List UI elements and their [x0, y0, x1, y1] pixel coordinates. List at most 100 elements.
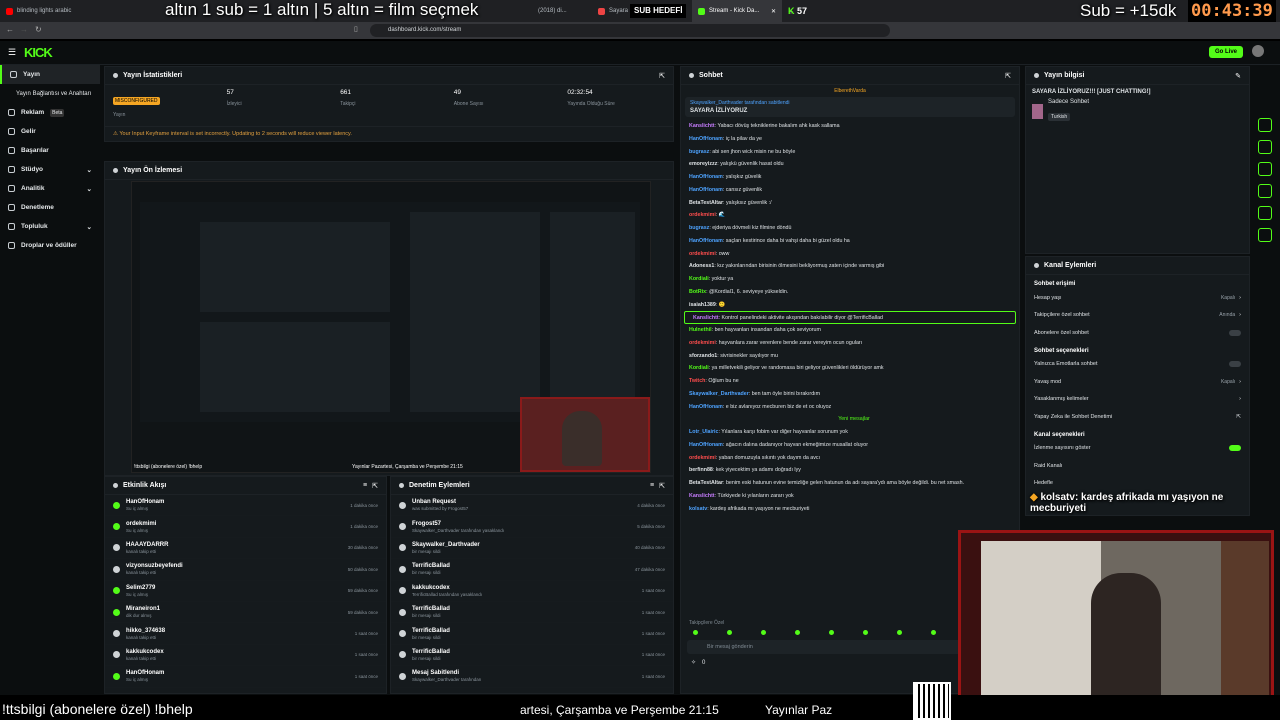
sidebar-item-reklam[interactable]: Reklam Beta	[0, 103, 100, 122]
chat-username[interactable]: Hulnethil	[689, 327, 712, 333]
setting-raid-channel[interactable]: Raid Kanalı	[1026, 457, 1249, 475]
forward-icon[interactable]: →	[20, 25, 28, 34]
chat-message: ordekmimi: oww	[681, 248, 1019, 261]
chat-username[interactable]: kolsatv	[689, 506, 707, 512]
browser-tab[interactable]: (2018) di...	[532, 0, 592, 22]
chat-username[interactable]: berfinn88	[689, 467, 713, 473]
sidebar-item-topluluk[interactable]: Topluluk ⌄	[0, 217, 100, 236]
item-sub: kanalı takip etti	[126, 634, 157, 640]
emote-icon[interactable]	[897, 630, 902, 635]
sidebar-item-denetleme[interactable]: Denetleme	[0, 198, 100, 217]
emote-icon[interactable]	[727, 630, 732, 635]
kick-logo[interactable]: KICK	[24, 45, 53, 60]
chat-username[interactable]: emoreyizzz	[689, 161, 717, 167]
chat-username[interactable]: HanOfHonam	[689, 238, 723, 244]
emote-icon[interactable]	[829, 630, 834, 635]
chat-username[interactable]: BotRix	[689, 289, 706, 295]
popout-icon[interactable]: ⇱	[659, 482, 665, 490]
chat-username[interactable]: Twitch	[689, 378, 705, 384]
chat-username[interactable]: Kanslichtt	[689, 493, 715, 499]
item-sub: bir mesajı sildi	[412, 655, 441, 661]
toggle-switch[interactable]	[1229, 445, 1241, 452]
back-icon[interactable]: ←	[6, 25, 14, 34]
chat-username[interactable]: ordekmimi	[689, 340, 716, 346]
url-field[interactable]: dashboard.kick.com/stream	[370, 24, 890, 37]
emote-icon[interactable]	[795, 630, 800, 635]
sidebar-item-droplar[interactable]: Droplar ve ödüller	[0, 236, 100, 255]
chat-username[interactable]: Kordiali	[689, 276, 709, 282]
panel-title: Yayın İstatistikleri	[123, 72, 183, 79]
sidebar-item-stream-key[interactable]: Yayın Bağlantısı ve Anahtarı	[0, 84, 100, 103]
setting-target[interactable]: Hedefle	[1026, 475, 1249, 493]
filter-icon[interactable]: ≡	[650, 482, 654, 489]
chat-username[interactable]: isaiah1389	[689, 302, 716, 308]
toggle-switch[interactable]	[1229, 361, 1241, 368]
filter-icon[interactable]: ≡	[363, 482, 367, 489]
browser-tab-active[interactable]: Stream - Kick Da... ✕	[692, 0, 782, 22]
chat-username[interactable]: ordekmimi	[689, 212, 716, 218]
ad-icon	[8, 109, 15, 116]
quick-action-icon[interactable]	[1258, 162, 1272, 176]
setting-ai-moderation[interactable]: Yapay Zeka ile Sohbet Denetimi ⇱	[1026, 408, 1249, 426]
heart-icon	[113, 565, 120, 573]
quick-action-icon[interactable]	[1258, 184, 1272, 198]
overlay-commands: !ttsbilgi (abonelere özel) !bhelp	[2, 701, 193, 717]
chat-username[interactable]: bugrasz	[689, 225, 709, 231]
chat-username[interactable]: HanOfHonam	[689, 174, 723, 180]
emote-icon[interactable]	[931, 630, 936, 635]
sidebar-item-gelir[interactable]: Gelir	[0, 122, 100, 141]
popout-icon[interactable]: ⇱	[372, 482, 378, 490]
menu-icon[interactable]: ☰	[8, 47, 16, 58]
chat-username[interactable]: Kordiali	[689, 365, 709, 371]
pinned-message[interactable]: Skaywalker_Darthvader tarafından sabitle…	[685, 97, 1015, 117]
trash-icon	[399, 544, 406, 552]
quick-action-icon[interactable]	[1258, 206, 1272, 220]
chat-username[interactable]: BetaTestAltar	[689, 480, 723, 486]
chat-username[interactable]: BetaTestAltar	[689, 200, 723, 206]
sidebar-item-studyo[interactable]: Stüdyo ⌄	[0, 160, 100, 179]
chat-username[interactable]: sforzando1	[689, 353, 717, 359]
toggle-switch[interactable]	[1229, 329, 1241, 336]
bookmark-icon[interactable]: ▯	[354, 25, 358, 33]
chat-username[interactable]: Adoness1	[689, 263, 714, 269]
reload-icon[interactable]: ↻	[35, 25, 42, 34]
go-live-button[interactable]: Go Live	[1209, 46, 1244, 58]
setting-slow-mode[interactable]: Yavaş mod Kapalı ›	[1026, 373, 1249, 391]
chat-username[interactable]: HanOfHonam	[689, 136, 723, 142]
chat-username[interactable]: Skaywalker_Darthvader	[689, 391, 749, 397]
chat-username[interactable]: HanOfHonam	[689, 404, 723, 410]
edit-icon[interactable]: ✎	[1235, 72, 1241, 80]
chat-username[interactable]: Kanslichtt	[689, 123, 715, 129]
setting-subscribers-only[interactable]: Abonelere özel sohbet	[1026, 324, 1249, 342]
popout-icon[interactable]: ⇱	[659, 72, 665, 80]
browser-tab[interactable]: blinding lights arabic	[0, 0, 92, 22]
quick-action-icon[interactable]	[1258, 118, 1272, 132]
popout-icon[interactable]: ⇱	[1005, 72, 1011, 80]
chat-username[interactable]: HanOfHonam	[689, 187, 723, 193]
points-icon[interactable]: ✧	[691, 659, 696, 666]
chat-username[interactable]: HanOfHonam	[689, 442, 723, 448]
emote-icon[interactable]	[761, 630, 766, 635]
setting-emote-only[interactable]: Yalnızca Emotlarla sohbet	[1026, 356, 1249, 374]
chat-username[interactable]: bugrasz	[689, 149, 709, 155]
chat-username[interactable]: Lotr_Ulairic	[689, 429, 718, 435]
emote-icon[interactable]	[863, 630, 868, 635]
chat-text: : ağacın dalına dadanıyor hayvan ekmeğim…	[722, 441, 869, 448]
setting-banned-words[interactable]: Yasaklanmış kelimeler ›	[1026, 391, 1249, 409]
chat-username[interactable]: ordekmimi	[689, 455, 716, 461]
setting-followers-only[interactable]: Takipçilere özel sohbet Anında ›	[1026, 307, 1249, 325]
chat-message: Adoness1: kız yakınlarından birisinin öl…	[681, 260, 1019, 273]
chat-username[interactable]: Kanslichtt	[693, 315, 719, 321]
setting-account-age[interactable]: Hesap yaşı Kapalı ›	[1026, 289, 1249, 307]
sidebar-item-yayin[interactable]: Yayın	[0, 65, 100, 84]
chat-username[interactable]: ordekmimi	[689, 251, 716, 257]
sidebar-item-analitik[interactable]: Analitik ⌄	[0, 179, 100, 198]
emote-icon[interactable]	[693, 630, 698, 635]
quick-action-icon[interactable]	[1258, 140, 1272, 154]
stream-preview-video[interactable]: !ttsbilgi (abonelere özel) !bhelp Yayınl…	[131, 181, 651, 473]
quick-action-icon[interactable]	[1258, 228, 1272, 242]
close-icon[interactable]: ✕	[771, 8, 776, 15]
setting-show-viewcount[interactable]: İzlenme sayısını göster	[1026, 440, 1249, 458]
sidebar-item-basarilar[interactable]: Başarılar	[0, 141, 100, 160]
avatar[interactable]	[1252, 45, 1264, 57]
